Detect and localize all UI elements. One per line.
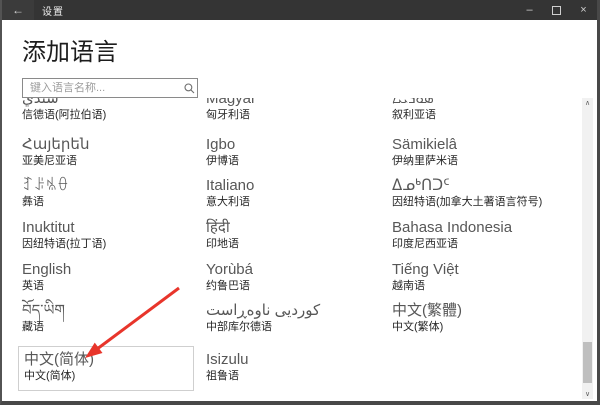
language-chinese-label: 印地语 xyxy=(206,238,239,251)
language-chinese-label: 印度尼西亚语 xyxy=(392,238,512,251)
language-item[interactable]: Magyar 匈牙利语 xyxy=(206,98,256,122)
language-chinese-label: 匈牙利语 xyxy=(206,109,256,122)
language-chinese-label: 叙利亚语 xyxy=(392,109,436,122)
language-chinese-label: 祖鲁语 xyxy=(206,370,249,383)
language-chinese-label: 因纽特语(加拿大土著语言符号) xyxy=(392,196,542,209)
language-item[interactable]: Inuktitut 因纽特语(拉丁语) xyxy=(22,220,106,251)
language-native-name: سنڌي xyxy=(22,98,106,107)
language-chinese-label: 亚美尼亚语 xyxy=(22,155,89,168)
language-chinese-label: 中文(简体) xyxy=(24,370,193,383)
search-input[interactable] xyxy=(23,82,181,94)
maximize-icon xyxy=(552,6,561,15)
language-native-name: English xyxy=(22,262,71,278)
page-title: 添加语言 xyxy=(22,32,118,67)
language-item[interactable]: Tiếng Việt 越南语 xyxy=(392,262,459,293)
language-native-name: हिंदी xyxy=(206,220,239,236)
language-item[interactable]: བོད་ཡིག 藏语 xyxy=(22,303,65,334)
language-item[interactable]: Italiano 意大利语 xyxy=(206,178,254,209)
maximize-button[interactable] xyxy=(543,0,570,20)
window-title: 设置 xyxy=(42,3,64,18)
language-chinese-label: 伊纳里萨米语 xyxy=(392,155,458,168)
language-chinese-label: 信德语(阿拉伯语) xyxy=(22,109,106,122)
language-native-name: Inuktitut xyxy=(22,220,106,236)
language-native-name: Isizulu xyxy=(206,352,249,368)
minimize-button[interactable]: – xyxy=(516,0,543,20)
language-item[interactable]: Հայերեն 亚美尼亚语 xyxy=(22,137,89,168)
scroll-down-icon[interactable]: ∨ xyxy=(582,389,593,399)
language-native-name: ꆈꌠꁱꂷ xyxy=(22,178,69,194)
language-native-name: Igbo xyxy=(206,137,239,153)
language-item[interactable]: سنڌي 信德语(阿拉伯语) xyxy=(22,98,106,122)
language-chinese-label: 中文(繁体) xyxy=(392,321,462,334)
scroll-up-icon[interactable]: ∧ xyxy=(582,98,593,108)
language-native-name: کوردیی ناوەڕاست xyxy=(206,303,320,319)
language-native-name: ᐃᓄᒃᑎᑐᑦ xyxy=(392,178,542,194)
language-chinese-label: 中部库尔德语 xyxy=(206,321,320,334)
titlebar: ← 设置 – × xyxy=(2,0,597,20)
language-native-name: 中文(繁體) xyxy=(392,303,462,319)
language-item[interactable]: Yorùbá 约鲁巴语 xyxy=(206,262,253,293)
language-item[interactable]: 中文(简体) 中文(简体) xyxy=(18,346,194,391)
language-native-name: Հայերեն xyxy=(22,137,89,153)
language-native-name: Tiếng Việt xyxy=(392,262,459,278)
language-native-name: Italiano xyxy=(206,178,254,194)
language-chinese-label: 伊博语 xyxy=(206,155,239,168)
language-item[interactable]: ܣܘܪܝܝܐ 叙利亚语 xyxy=(392,98,436,122)
language-item[interactable]: English 英语 xyxy=(22,262,71,293)
language-item[interactable]: हिंदी 印地语 xyxy=(206,220,239,251)
language-chinese-label: 因纽特语(拉丁语) xyxy=(22,238,106,251)
language-native-name: བོད་ཡིག xyxy=(22,303,65,319)
scrollbar-thumb[interactable] xyxy=(583,342,592,383)
settings-window: ← 设置 – × 添加语言 سنڌي 信德语(阿拉伯语) Magyar 匈牙利语 ܣܘܪ… xyxy=(0,0,600,405)
language-chinese-label: 意大利语 xyxy=(206,196,254,209)
language-item[interactable]: Sämikielâ 伊纳里萨米语 xyxy=(392,137,458,168)
language-native-name: Magyar xyxy=(206,98,256,107)
language-chinese-label: 英语 xyxy=(22,280,71,293)
language-item[interactable]: ᐃᓄᒃᑎᑐᑦ 因纽特语(加拿大土著语言符号) xyxy=(392,178,542,209)
language-item[interactable]: Igbo 伊博语 xyxy=(206,137,239,168)
language-native-name: Sämikielâ xyxy=(392,137,458,153)
back-button[interactable]: ← xyxy=(2,0,34,20)
language-chinese-label: 藏语 xyxy=(22,321,65,334)
minimize-icon: – xyxy=(526,4,532,16)
language-native-name: Bahasa Indonesia xyxy=(392,220,512,236)
close-icon: × xyxy=(580,4,586,16)
language-item[interactable]: 中文(繁體) 中文(繁体) xyxy=(392,303,462,334)
close-button[interactable]: × xyxy=(570,0,597,20)
back-arrow-icon: ← xyxy=(12,3,24,17)
language-item[interactable]: Bahasa Indonesia 印度尼西亚语 xyxy=(392,220,512,251)
language-chinese-label: 越南语 xyxy=(392,280,459,293)
language-item[interactable]: ꆈꌠꁱꂷ 彝语 xyxy=(22,178,69,209)
language-item[interactable]: Isizulu 祖鲁语 xyxy=(206,352,249,383)
language-chinese-label: 彝语 xyxy=(22,196,69,209)
search-icon[interactable] xyxy=(181,81,197,95)
language-search-box xyxy=(22,78,198,98)
language-native-name: 中文(简体) xyxy=(24,352,193,368)
language-list: سنڌي 信德语(阿拉伯语) Magyar 匈牙利语 ܣܘܪܝܝܐ 叙利亚语 Հայերեն… xyxy=(2,98,580,399)
language-chinese-label: 约鲁巴语 xyxy=(206,280,253,293)
scrollbar[interactable]: ∧ ∨ xyxy=(582,98,593,399)
language-item[interactable]: کوردیی ناوەڕاست 中部库尔德语 xyxy=(206,303,320,334)
language-native-name: ܣܘܪܝܝܐ xyxy=(392,98,436,107)
language-native-name: Yorùbá xyxy=(206,262,253,278)
